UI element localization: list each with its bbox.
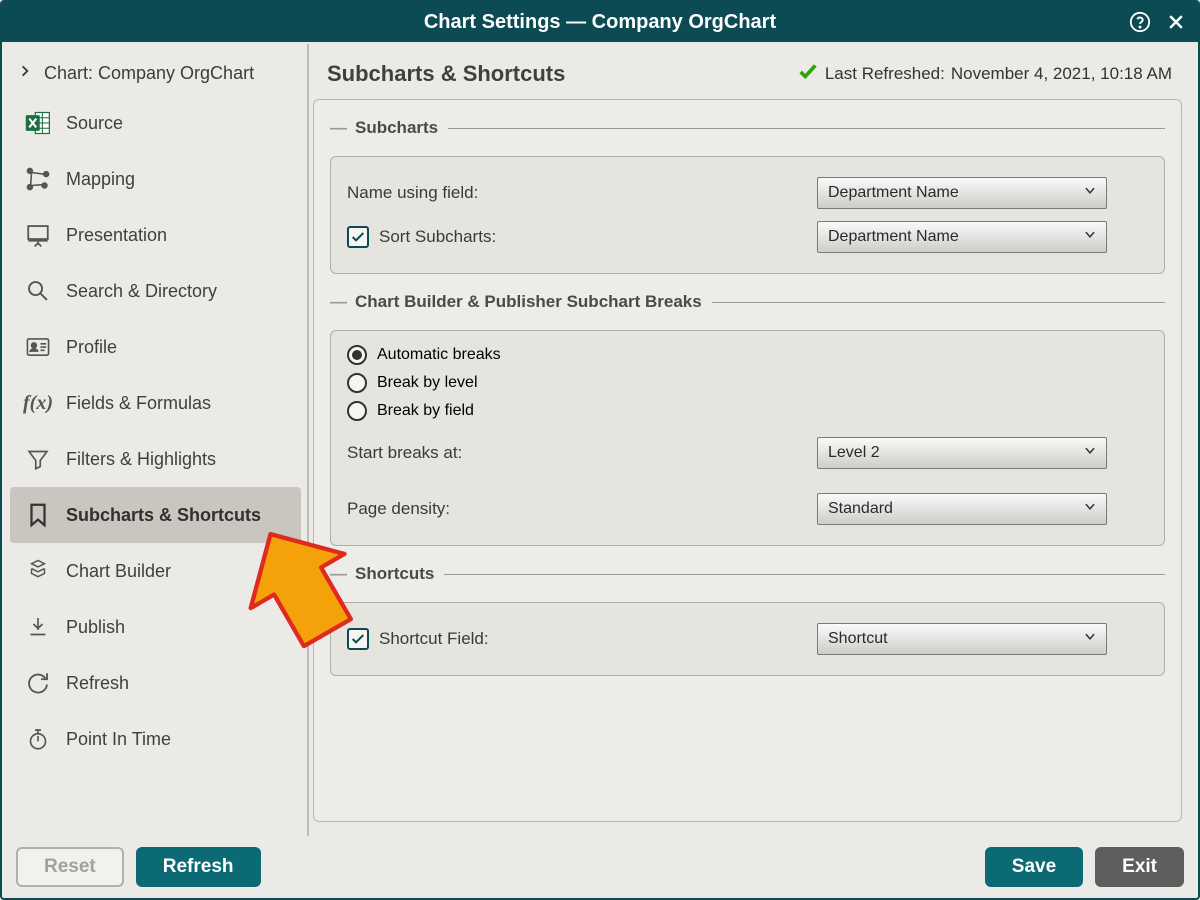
sidebar-item-label: Source — [66, 113, 123, 134]
publish-icon — [24, 614, 52, 640]
sort-subcharts-checkbox[interactable] — [347, 226, 369, 248]
group-breaks: Automatic breaks Break by level Break by… — [330, 330, 1165, 546]
sidebar-item-profile[interactable]: Profile — [10, 319, 301, 375]
sidebar-item-mapping[interactable]: Mapping — [10, 151, 301, 207]
sidebar-item-source[interactable]: Source — [10, 95, 301, 151]
help-icon[interactable] — [1128, 10, 1152, 34]
radio-break-by-field[interactable]: Break by field — [347, 401, 1148, 421]
sidebar-item-label: Profile — [66, 337, 117, 358]
group-title-shortcuts: — Shortcuts — [330, 564, 1165, 584]
checkmark-icon — [797, 60, 819, 87]
sidebar-item-label: Chart Builder — [66, 561, 171, 582]
chevron-down-icon — [1082, 630, 1098, 649]
page-density-label: Page density: — [347, 499, 450, 519]
footer: Reset Refresh Save Exit — [4, 838, 1196, 896]
sidebar-item-label: Point In Time — [66, 729, 171, 750]
start-breaks-label: Start breaks at: — [347, 443, 462, 463]
chart-name-label: Chart: Company OrgChart — [44, 63, 254, 84]
sidebar-item-label: Refresh — [66, 673, 129, 694]
chevron-down-icon — [1082, 444, 1098, 463]
stopwatch-icon — [24, 726, 52, 752]
shortcut-field-label: Shortcut Field: — [379, 629, 489, 649]
presentation-icon — [24, 222, 52, 248]
page-density-select[interactable]: Standard — [817, 493, 1107, 525]
group-title-breaks: — Chart Builder & Publisher Subchart Bre… — [330, 292, 1165, 312]
sidebar-item-point-in-time[interactable]: Point In Time — [10, 711, 301, 767]
chevron-down-icon — [1082, 228, 1098, 247]
refresh-icon — [24, 671, 52, 695]
sidebar-item-fields-formulas[interactable]: f(x) Fields & Formulas — [10, 375, 301, 431]
last-refreshed: Last Refreshed: November 4, 2021, 10:18 … — [797, 60, 1172, 87]
save-button[interactable]: Save — [985, 847, 1083, 887]
name-using-select[interactable]: Department Name — [817, 177, 1107, 209]
sidebar-item-publish[interactable]: Publish — [10, 599, 301, 655]
radio-break-by-level[interactable]: Break by level — [347, 373, 1148, 393]
refresh-button[interactable]: Refresh — [136, 847, 261, 887]
sidebar-item-label: Search & Directory — [66, 281, 217, 302]
shortcut-field-select[interactable]: Shortcut — [817, 623, 1107, 655]
sort-subcharts-label: Sort Subcharts: — [379, 227, 496, 247]
formula-icon: f(x) — [24, 392, 52, 415]
sidebar-item-search-directory[interactable]: Search & Directory — [10, 263, 301, 319]
main-pane: Subcharts & Shortcuts Last Refreshed: No… — [309, 44, 1196, 836]
sidebar-item-refresh[interactable]: Refresh — [10, 655, 301, 711]
bookmark-icon — [24, 502, 52, 528]
group-title-subcharts: — Subcharts — [330, 118, 1165, 138]
radio-automatic-breaks[interactable]: Automatic breaks — [347, 345, 1148, 365]
blocks-icon — [24, 558, 52, 584]
group-subcharts: Name using field: Department Name — [330, 156, 1165, 274]
sidebar-item-label: Publish — [66, 617, 125, 638]
search-icon — [24, 278, 52, 304]
start-breaks-select[interactable]: Level 2 — [817, 437, 1107, 469]
sort-subcharts-select[interactable]: Department Name — [817, 221, 1107, 253]
sidebar-item-chart-builder[interactable]: Chart Builder — [10, 543, 301, 599]
sidebar-item-presentation[interactable]: Presentation — [10, 207, 301, 263]
sidebar-item-label: Filters & Highlights — [66, 449, 216, 470]
sidebar-item-filters-highlights[interactable]: Filters & Highlights — [10, 431, 301, 487]
exit-button[interactable]: Exit — [1095, 847, 1184, 887]
sidebar-item-label: Fields & Formulas — [66, 393, 211, 414]
excel-icon — [24, 109, 52, 137]
group-shortcuts: Shortcut Field: Shortcut — [330, 602, 1165, 676]
mapping-icon — [24, 166, 52, 192]
sidebar: Chart: Company OrgChart Source — [4, 44, 309, 836]
chevron-right-icon — [18, 62, 32, 85]
sidebar-item-subcharts-shortcuts[interactable]: Subcharts & Shortcuts — [10, 487, 301, 543]
chart-name-row[interactable]: Chart: Company OrgChart — [4, 52, 307, 95]
reset-button: Reset — [16, 847, 124, 887]
sidebar-item-label: Presentation — [66, 225, 167, 246]
shortcut-field-checkbox[interactable] — [347, 628, 369, 650]
sidebar-item-label: Subcharts & Shortcuts — [66, 505, 261, 526]
title-bar: Chart Settings — Company OrgChart — [2, 2, 1198, 42]
page-title: Subcharts & Shortcuts — [327, 61, 565, 87]
name-using-label: Name using field: — [347, 183, 478, 203]
filter-icon — [24, 447, 52, 471]
close-icon[interactable] — [1164, 10, 1188, 34]
chevron-down-icon — [1082, 184, 1098, 203]
window-title: Chart Settings — Company OrgChart — [2, 11, 1198, 34]
chevron-down-icon — [1082, 500, 1098, 519]
sidebar-item-label: Mapping — [66, 169, 135, 190]
profile-card-icon — [24, 334, 52, 360]
